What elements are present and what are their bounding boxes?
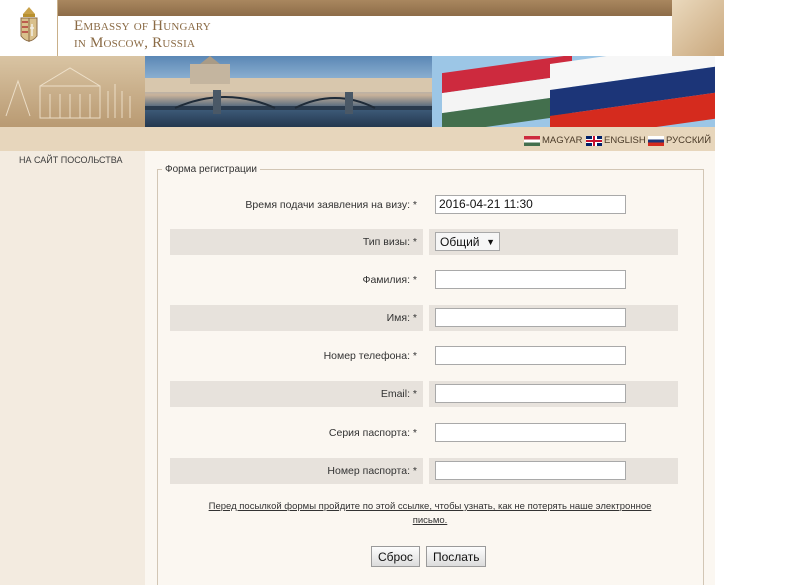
embassy-site-link[interactable]: НА САЙТ ПОСОЛЬСТВА	[19, 155, 122, 165]
sidebar: НА САЙТ ПОСОЛЬСТВА	[0, 151, 145, 585]
visa-type-select[interactable]: Общий ▼	[435, 232, 500, 251]
main-content: Форма регистрации Время подачи заявления…	[145, 151, 715, 585]
language-bar: MAGYAR ENGLISH РУССКИЙ	[0, 127, 715, 151]
uk-flag-icon	[586, 135, 602, 146]
email-label: Email: *	[380, 388, 417, 400]
logo[interactable]	[0, 0, 58, 56]
passport-series-label: Серия паспорта: *	[328, 427, 417, 439]
email-input[interactable]	[435, 384, 626, 403]
name-input[interactable]	[435, 308, 626, 327]
language-english[interactable]: ENGLISH	[586, 135, 646, 146]
title-line-1: Embassy of Hungary	[74, 18, 211, 34]
hungary-coat-of-arms-icon	[20, 7, 38, 42]
form-row-passport-number: Номер паспорта: *	[170, 458, 678, 484]
form-row-phone: Номер телефона: *	[170, 343, 678, 369]
title-line-2: in Moscow, Russia	[74, 35, 196, 51]
visa-type-value: Общий	[440, 234, 480, 249]
russia-flag-image	[550, 56, 715, 127]
language-magyar[interactable]: MAGYAR	[524, 135, 582, 146]
submit-button[interactable]: Послать	[426, 546, 487, 567]
form-legend: Форма регистрации	[165, 164, 257, 175]
language-russian-label: РУССКИЙ	[666, 135, 712, 146]
header-decoration	[672, 0, 724, 56]
reset-button[interactable]: Сброс	[371, 546, 420, 567]
visa-time-input[interactable]: 2016-04-21 11:30	[435, 195, 626, 214]
building-sketch-image	[0, 56, 145, 127]
language-magyar-label: MAGYAR	[542, 135, 583, 146]
surname-label: Фамилия: *	[362, 274, 417, 286]
form-row-visa-time: Время подачи заявления на визу: * 2016-0…	[170, 192, 678, 218]
form-row-visa-type: Тип визы: * Общий ▼	[170, 229, 678, 255]
form-row-surname: Фамилия: *	[170, 267, 678, 293]
dropdown-arrow-icon: ▼	[486, 236, 495, 247]
form-row-name: Имя: *	[170, 305, 678, 331]
phone-input[interactable]	[435, 346, 626, 365]
russia-flag-icon	[648, 135, 664, 146]
form-row-passport-series: Серия паспорта: *	[170, 420, 678, 446]
header-strip	[0, 0, 724, 16]
language-english-label: ENGLISH	[604, 135, 646, 146]
visa-time-label: Время подачи заявления на визу: *	[245, 199, 417, 211]
passport-number-input[interactable]	[435, 461, 626, 480]
name-label: Имя: *	[386, 312, 417, 324]
passport-number-label: Номер паспорта: *	[327, 465, 417, 477]
form-row-email: Email: *	[170, 381, 678, 407]
passport-series-input[interactable]	[435, 423, 626, 442]
visa-type-label: Тип визы: *	[362, 236, 417, 248]
embassy-title: Embassy of Hungary in Moscow, Russia	[74, 18, 211, 52]
budapest-panorama-image	[145, 56, 432, 127]
header-banner	[0, 56, 715, 127]
phone-label: Номер телефона: *	[323, 350, 417, 362]
flags-image	[432, 56, 715, 127]
hungary-flag-icon	[524, 135, 540, 146]
email-instructions-link[interactable]: Перед посылкой формы пройдите по этой сс…	[190, 500, 670, 528]
surname-input[interactable]	[435, 270, 626, 289]
language-russian[interactable]: РУССКИЙ	[648, 135, 711, 146]
